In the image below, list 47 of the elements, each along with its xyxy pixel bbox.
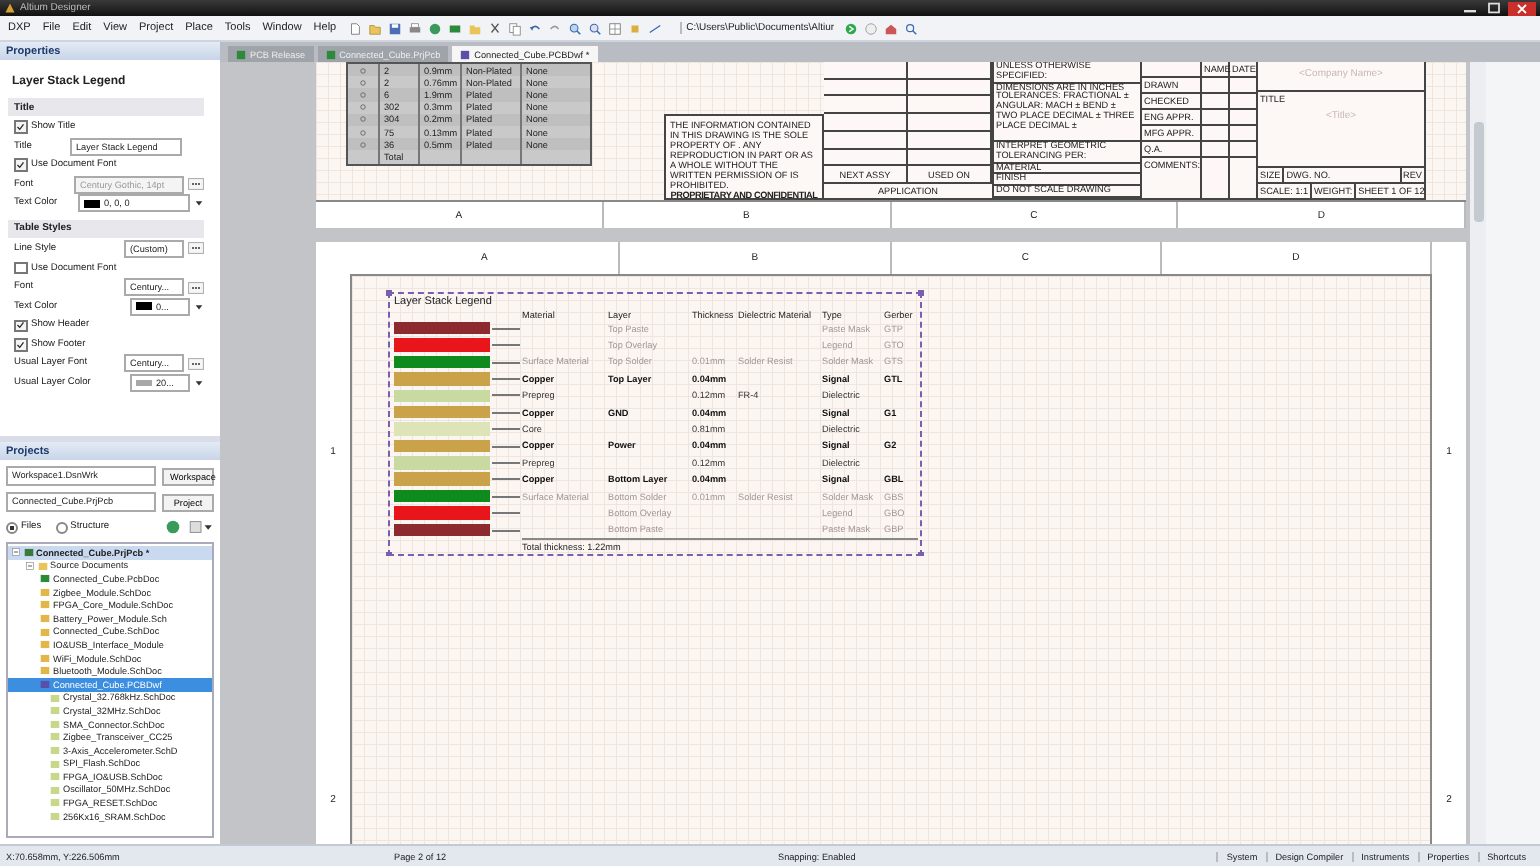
forward-icon[interactable] xyxy=(844,21,859,35)
leader-line xyxy=(492,394,520,397)
maximize-icon[interactable] xyxy=(1484,2,1504,14)
leader-line xyxy=(492,529,520,531)
leader-line xyxy=(492,344,520,346)
ellipsis-button[interactable] xyxy=(188,242,204,255)
document-icon xyxy=(236,49,246,59)
leader-line xyxy=(492,512,520,514)
leader-line xyxy=(492,361,520,363)
leader-line xyxy=(492,428,520,430)
leader-line xyxy=(492,378,520,380)
expand-toggle[interactable] xyxy=(26,561,34,570)
checkbox[interactable] xyxy=(14,261,27,275)
leader-line xyxy=(492,462,520,464)
document-icon xyxy=(325,49,336,59)
zoom-icon[interactable] xyxy=(568,21,583,35)
expand-toggle[interactable] xyxy=(12,548,20,557)
layer-stack-legend[interactable] xyxy=(388,292,922,556)
settings-icon[interactable] xyxy=(188,518,214,536)
save-icon[interactable] xyxy=(388,21,403,35)
printer-icon[interactable] xyxy=(408,21,423,35)
board-icon[interactable] xyxy=(448,21,463,35)
document-icon xyxy=(460,49,471,59)
ellipsis-button[interactable] xyxy=(188,357,204,370)
leader-line xyxy=(492,327,520,329)
checkbox[interactable] xyxy=(14,158,27,172)
search-icon[interactable] xyxy=(904,21,919,35)
zoom-icon[interactable] xyxy=(588,21,603,35)
dropdown-arrow-icon[interactable] xyxy=(194,198,204,209)
grid-icon[interactable] xyxy=(608,21,623,35)
ellipsis-button[interactable] xyxy=(188,281,204,294)
dropdown-arrow-icon[interactable] xyxy=(194,301,204,312)
dropdown-arrow-icon[interactable] xyxy=(194,378,204,389)
ellipsis-button[interactable] xyxy=(188,178,204,191)
wire-icon[interactable] xyxy=(648,21,663,35)
scissors-icon[interactable] xyxy=(488,21,503,35)
leader-line xyxy=(492,478,520,480)
leader-line xyxy=(492,495,520,497)
leader-line xyxy=(492,411,520,413)
home-icon[interactable] xyxy=(884,21,899,35)
undo-icon[interactable] xyxy=(528,21,543,35)
checkbox[interactable] xyxy=(14,120,27,134)
checkbox[interactable] xyxy=(14,338,27,352)
close-icon[interactable] xyxy=(1508,1,1536,15)
checkbox[interactable] xyxy=(14,319,27,333)
copy-icon[interactable] xyxy=(508,21,523,35)
leader-line xyxy=(492,445,520,447)
